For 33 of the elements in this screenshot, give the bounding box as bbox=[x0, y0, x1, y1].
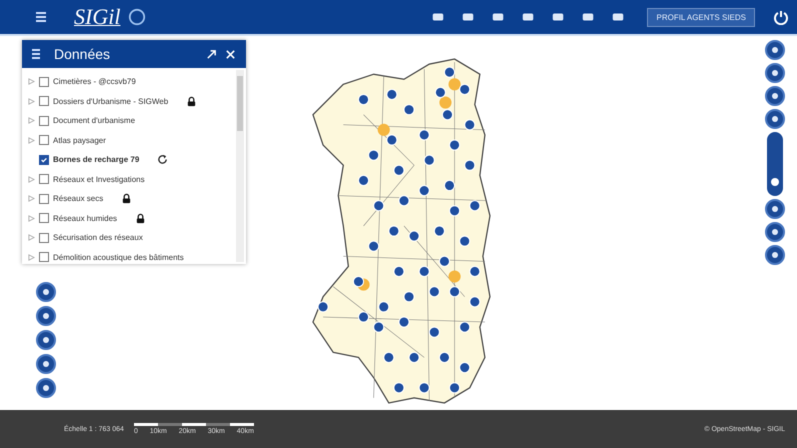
layer-label[interactable]: Sécurisation des réseaux bbox=[53, 233, 143, 242]
zoom-slider[interactable] bbox=[767, 132, 783, 196]
close-icon[interactable] bbox=[225, 48, 236, 60]
refresh-icon[interactable] bbox=[157, 154, 168, 166]
checkbox[interactable] bbox=[39, 135, 49, 146]
checkbox[interactable] bbox=[39, 232, 49, 243]
layer-label[interactable]: Réseaux humides bbox=[53, 214, 118, 223]
layer-label[interactable]: Réseaux et Investigations bbox=[53, 174, 145, 184]
checkbox[interactable] bbox=[39, 116, 49, 126]
scrollbar[interactable] bbox=[236, 70, 244, 262]
checkbox[interactable] bbox=[39, 213, 49, 224]
checkbox[interactable] bbox=[39, 174, 49, 184]
layer-label[interactable]: Réseaux secs bbox=[53, 194, 104, 204]
profile-button[interactable]: PROFIL AGENTS SIEDS bbox=[647, 8, 755, 26]
logo: SIGil bbox=[74, 4, 120, 30]
layer-label[interactable]: Démolition acoustique des bâtiments bbox=[53, 252, 184, 262]
layer-label[interactable]: Bornes de recharge 79 bbox=[53, 155, 140, 164]
slider-thumb[interactable] bbox=[771, 178, 779, 186]
layer-label[interactable]: Atlas paysager bbox=[53, 136, 106, 145]
checkbox[interactable] bbox=[39, 76, 49, 87]
menu-icon[interactable] bbox=[36, 12, 46, 22]
pin-icon[interactable] bbox=[206, 48, 217, 60]
panel-title: Données bbox=[54, 46, 112, 62]
menu-icon[interactable] bbox=[32, 49, 40, 59]
checkbox[interactable] bbox=[39, 194, 49, 204]
layer-label[interactable]: Cimetières - @ccsvb79 bbox=[53, 77, 136, 86]
power-icon[interactable] bbox=[773, 9, 789, 25]
checkbox[interactable] bbox=[39, 154, 49, 165]
checkbox[interactable] bbox=[39, 96, 49, 106]
layer-label[interactable]: Document d'urbanisme bbox=[53, 116, 136, 126]
checkbox[interactable] bbox=[39, 252, 49, 262]
globe-icon bbox=[128, 8, 146, 26]
layer-label[interactable]: Dossiers d'Urbanisme - SIGWeb bbox=[53, 96, 168, 106]
